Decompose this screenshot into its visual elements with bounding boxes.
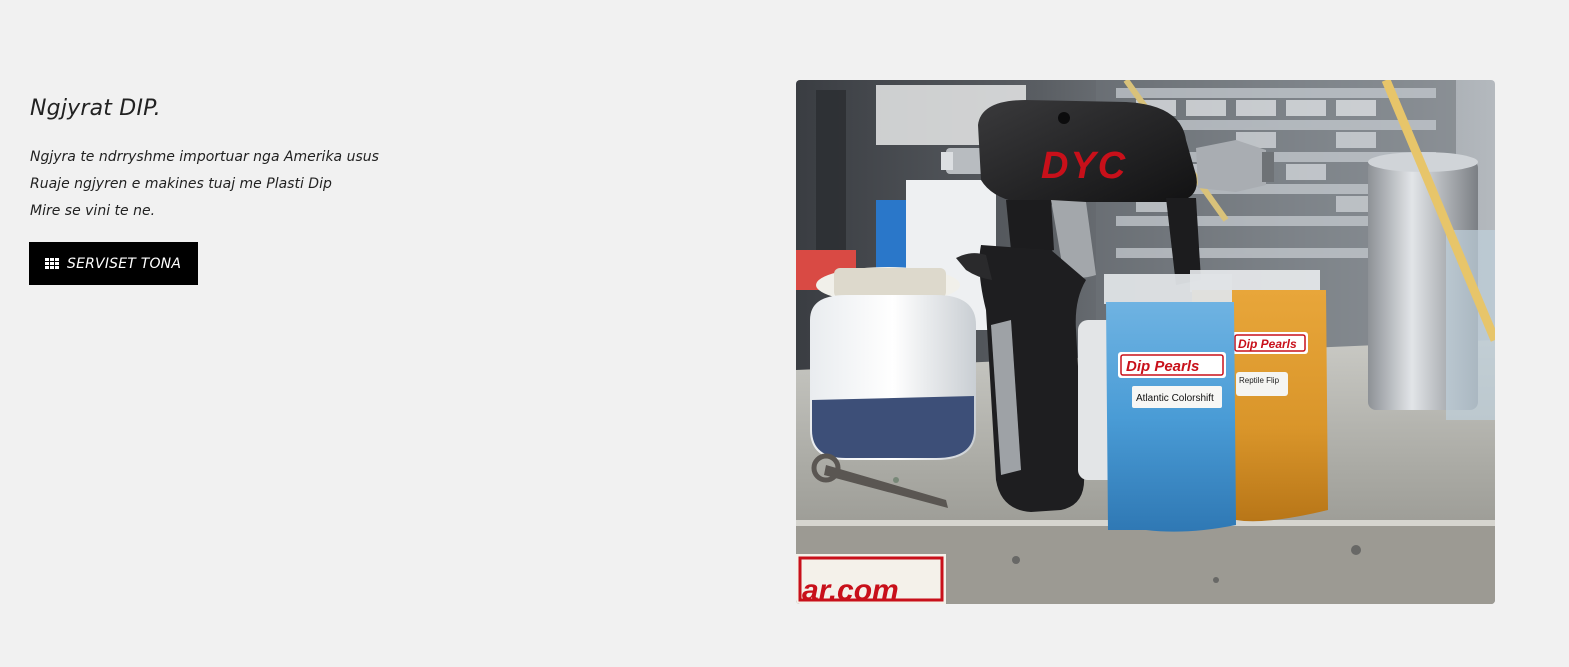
services-button[interactable]: SERVISET TONA (29, 242, 198, 285)
gun-brand: DYC (1041, 145, 1127, 187)
hero-text: Ngjyrat DIP. Ngjyra te ndrryshme importu… (30, 94, 590, 225)
blue-bag-color: Atlantic Colorshift (1136, 393, 1214, 404)
sticker: ar.com (796, 554, 946, 604)
hero-line-1: Ngjyra te ndrryshme importuar nga Amerik… (30, 149, 379, 165)
blue-bag-brand: Dip Pearls (1126, 358, 1199, 375)
page-title: Ngjyrat DIP. (30, 96, 161, 121)
blue-bag: Dip Pearls Atlantic Colorshift (1104, 274, 1236, 532)
grid-icon (45, 258, 59, 269)
gold-bag-brand: Dip Pearls (1238, 337, 1297, 351)
sticker-text: ar.com (802, 574, 899, 604)
gold-bag-color: Reptile Flip (1239, 376, 1280, 385)
hero-description: Ngjyra te ndrryshme importuar nga Amerik… (30, 144, 590, 225)
hero-line-2: Ruaje ngjyren e makines tuaj me Plasti D… (30, 176, 332, 192)
services-button-label: SERVISET TONA (67, 255, 182, 272)
product-photo: ar.com DYC Dip Pearls Reptile Flip Dip P… (796, 80, 1495, 604)
hero-line-3: Mire se vini te ne. (30, 203, 156, 219)
